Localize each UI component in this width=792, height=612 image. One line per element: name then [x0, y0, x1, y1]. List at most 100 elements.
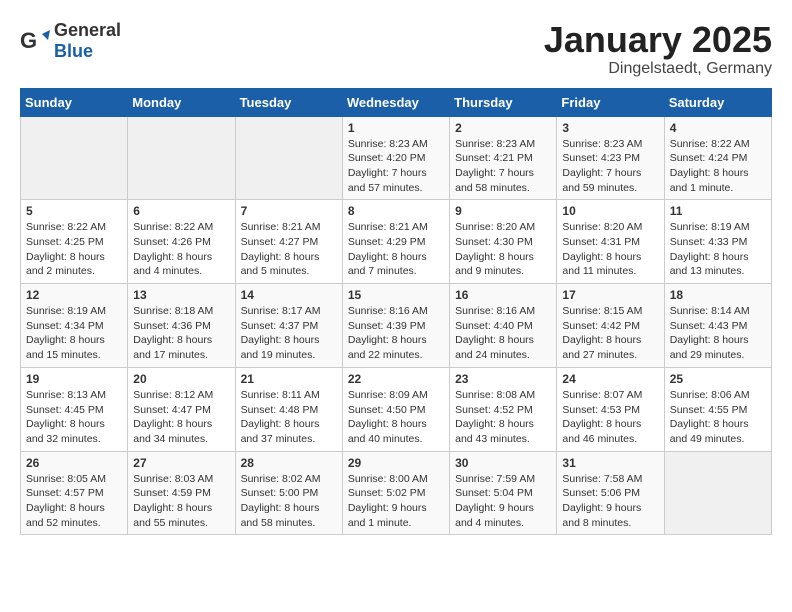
calendar-cell: 31 Sunrise: 7:58 AM Sunset: 5:06 PM Dayli… [557, 451, 664, 535]
calendar-week-row: 5 Sunrise: 8:22 AM Sunset: 4:25 PM Daylig… [21, 200, 772, 284]
weekday-header: Friday [557, 88, 664, 116]
day-number: 30 [455, 456, 551, 470]
day-number: 28 [241, 456, 337, 470]
day-number: 26 [26, 456, 122, 470]
calendar-cell: 23 Sunrise: 8:08 AM Sunset: 4:52 PM Dayli… [450, 367, 557, 451]
day-info: Sunrise: 8:21 AM Sunset: 4:29 PM Dayligh… [348, 220, 444, 279]
calendar-week-row: 26 Sunrise: 8:05 AM Sunset: 4:57 PM Dayli… [21, 451, 772, 535]
calendar-cell: 19 Sunrise: 8:13 AM Sunset: 4:45 PM Dayli… [21, 367, 128, 451]
logo-blue-text: Blue [54, 41, 93, 61]
day-number: 12 [26, 288, 122, 302]
day-number: 2 [455, 121, 551, 135]
calendar-cell: 10Sunrise: 8:20 AM Sunset: 4:31 PM Dayli… [557, 200, 664, 284]
day-info: Sunrise: 8:07 AM Sunset: 4:53 PM Dayligh… [562, 388, 658, 447]
weekday-header: Saturday [664, 88, 771, 116]
calendar-cell: 29Sunrise: 8:00 AM Sunset: 5:02 PM Dayli… [342, 451, 449, 535]
day-number: 21 [241, 372, 337, 386]
calendar-cell: 9 Sunrise: 8:20 AM Sunset: 4:30 PM Daylig… [450, 200, 557, 284]
day-number: 23 [455, 372, 551, 386]
day-number: 18 [670, 288, 766, 302]
weekday-header: Wednesday [342, 88, 449, 116]
calendar-week-row: 12 Sunrise: 8:19 AM Sunset: 4:34 PM Dayli… [21, 284, 772, 368]
calendar-cell: 24 Sunrise: 8:07 AM Sunset: 4:53 PM Dayli… [557, 367, 664, 451]
day-info: Sunrise: 8:16 AM Sunset: 4:39 PM Dayligh… [348, 304, 444, 363]
weekday-row: SundayMondayTuesdayWednesdayThursdayFrid… [21, 88, 772, 116]
calendar-cell: 1Sunrise: 8:23 AM Sunset: 4:20 PM Daylig… [342, 116, 449, 200]
svg-text:G: G [20, 28, 37, 53]
day-number: 14 [241, 288, 337, 302]
calendar-cell: 14 Sunrise: 8:17 AM Sunset: 4:37 PM Dayli… [235, 284, 342, 368]
day-info: Sunrise: 8:02 AM Sunset: 5:00 PM Dayligh… [241, 472, 337, 531]
day-info: Sunrise: 8:20 AM Sunset: 4:31 PM Dayligh… [562, 220, 658, 279]
calendar-cell: 25Sunrise: 8:06 AM Sunset: 4:55 PM Dayli… [664, 367, 771, 451]
calendar-cell: 21 Sunrise: 8:11 AM Sunset: 4:48 PM Dayli… [235, 367, 342, 451]
day-info: Sunrise: 8:09 AM Sunset: 4:50 PM Dayligh… [348, 388, 444, 447]
calendar-cell: 13Sunrise: 8:18 AM Sunset: 4:36 PM Dayli… [128, 284, 235, 368]
calendar-cell: 7 Sunrise: 8:21 AM Sunset: 4:27 PM Daylig… [235, 200, 342, 284]
weekday-header: Thursday [450, 88, 557, 116]
day-number: 15 [348, 288, 444, 302]
calendar-cell: 5 Sunrise: 8:22 AM Sunset: 4:25 PM Daylig… [21, 200, 128, 284]
day-info: Sunrise: 8:17 AM Sunset: 4:37 PM Dayligh… [241, 304, 337, 363]
day-info: Sunrise: 8:13 AM Sunset: 4:45 PM Dayligh… [26, 388, 122, 447]
calendar-week-row: 19 Sunrise: 8:13 AM Sunset: 4:45 PM Dayli… [21, 367, 772, 451]
day-info: Sunrise: 8:22 AM Sunset: 4:25 PM Dayligh… [26, 220, 122, 279]
calendar-cell: 22 Sunrise: 8:09 AM Sunset: 4:50 PM Dayli… [342, 367, 449, 451]
day-number: 8 [348, 204, 444, 218]
day-info: Sunrise: 8:11 AM Sunset: 4:48 PM Dayligh… [241, 388, 337, 447]
calendar-body: 1Sunrise: 8:23 AM Sunset: 4:20 PM Daylig… [21, 116, 772, 535]
calendar-cell: 28 Sunrise: 8:02 AM Sunset: 5:00 PM Dayli… [235, 451, 342, 535]
calendar-cell: 6Sunrise: 8:22 AM Sunset: 4:26 PM Daylig… [128, 200, 235, 284]
day-info: Sunrise: 7:59 AM Sunset: 5:04 PM Dayligh… [455, 472, 551, 531]
day-info: Sunrise: 8:20 AM Sunset: 4:30 PM Dayligh… [455, 220, 551, 279]
day-number: 20 [133, 372, 229, 386]
day-number: 19 [26, 372, 122, 386]
day-info: Sunrise: 8:03 AM Sunset: 4:59 PM Dayligh… [133, 472, 229, 531]
calendar-cell: 17 Sunrise: 8:15 AM Sunset: 4:42 PM Dayli… [557, 284, 664, 368]
weekday-header: Monday [128, 88, 235, 116]
day-info: Sunrise: 8:05 AM Sunset: 4:57 PM Dayligh… [26, 472, 122, 531]
title-block: January 2025 Dingelstaedt, Germany [544, 20, 772, 78]
day-info: Sunrise: 8:23 AM Sunset: 4:20 PM Dayligh… [348, 137, 444, 196]
day-number: 16 [455, 288, 551, 302]
logo-general-text: General [54, 20, 121, 40]
calendar-cell [21, 116, 128, 200]
calendar-cell: 8 Sunrise: 8:21 AM Sunset: 4:29 PM Daylig… [342, 200, 449, 284]
day-number: 27 [133, 456, 229, 470]
day-info: Sunrise: 8:22 AM Sunset: 4:24 PM Dayligh… [670, 137, 766, 196]
calendar-cell: 4Sunrise: 8:22 AM Sunset: 4:24 PM Daylig… [664, 116, 771, 200]
day-number: 17 [562, 288, 658, 302]
calendar-cell [128, 116, 235, 200]
day-number: 25 [670, 372, 766, 386]
calendar-cell: 12 Sunrise: 8:19 AM Sunset: 4:34 PM Dayli… [21, 284, 128, 368]
calendar-cell: 11 Sunrise: 8:19 AM Sunset: 4:33 PM Dayli… [664, 200, 771, 284]
day-number: 24 [562, 372, 658, 386]
day-number: 3 [562, 121, 658, 135]
day-number: 22 [348, 372, 444, 386]
day-info: Sunrise: 8:14 AM Sunset: 4:43 PM Dayligh… [670, 304, 766, 363]
calendar-cell: 20 Sunrise: 8:12 AM Sunset: 4:47 PM Dayli… [128, 367, 235, 451]
day-number: 11 [670, 204, 766, 218]
day-number: 7 [241, 204, 337, 218]
day-info: Sunrise: 8:16 AM Sunset: 4:40 PM Dayligh… [455, 304, 551, 363]
day-info: Sunrise: 8:22 AM Sunset: 4:26 PM Dayligh… [133, 220, 229, 279]
day-info: Sunrise: 8:12 AM Sunset: 4:47 PM Dayligh… [133, 388, 229, 447]
calendar-week-row: 1Sunrise: 8:23 AM Sunset: 4:20 PM Daylig… [21, 116, 772, 200]
day-number: 31 [562, 456, 658, 470]
day-number: 5 [26, 204, 122, 218]
weekday-header: Tuesday [235, 88, 342, 116]
day-info: Sunrise: 8:19 AM Sunset: 4:34 PM Dayligh… [26, 304, 122, 363]
calendar-cell: 15 Sunrise: 8:16 AM Sunset: 4:39 PM Dayli… [342, 284, 449, 368]
day-info: Sunrise: 8:19 AM Sunset: 4:33 PM Dayligh… [670, 220, 766, 279]
month-title: January 2025 [544, 20, 772, 60]
day-info: Sunrise: 8:00 AM Sunset: 5:02 PM Dayligh… [348, 472, 444, 531]
day-info: Sunrise: 8:08 AM Sunset: 4:52 PM Dayligh… [455, 388, 551, 447]
day-info: Sunrise: 8:21 AM Sunset: 4:27 PM Dayligh… [241, 220, 337, 279]
day-info: Sunrise: 8:15 AM Sunset: 4:42 PM Dayligh… [562, 304, 658, 363]
page-header: G General Blue January 2025 Dingelstaedt… [20, 20, 772, 78]
calendar-cell: 30 Sunrise: 7:59 AM Sunset: 5:04 PM Dayli… [450, 451, 557, 535]
day-number: 9 [455, 204, 551, 218]
day-info: Sunrise: 7:58 AM Sunset: 5:06 PM Dayligh… [562, 472, 658, 531]
calendar-cell: 26 Sunrise: 8:05 AM Sunset: 4:57 PM Dayli… [21, 451, 128, 535]
location: Dingelstaedt, Germany [544, 60, 772, 78]
